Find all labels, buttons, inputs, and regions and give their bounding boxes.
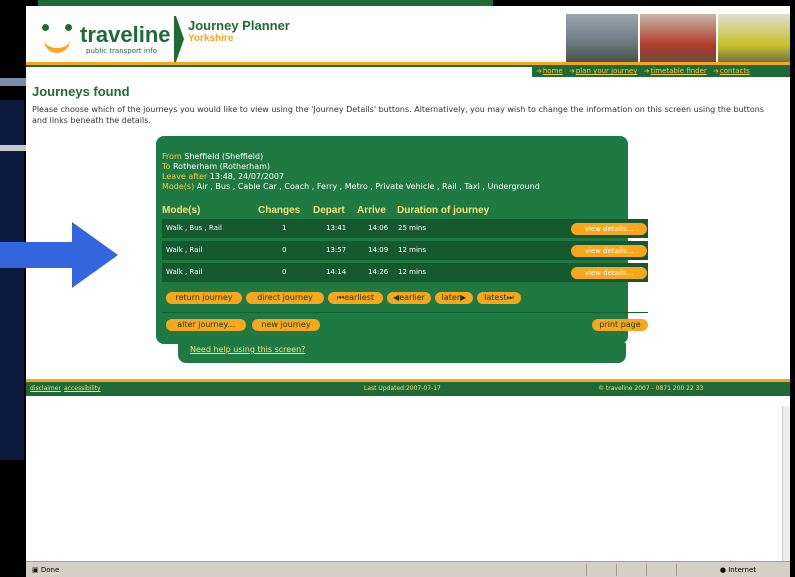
traveline-logo[interactable]: traveline public transport info — [34, 16, 176, 62]
header-photos — [566, 14, 790, 66]
row-modes: Walk , Rail — [166, 268, 203, 276]
status-divider — [586, 564, 587, 576]
train-photo — [640, 14, 716, 66]
earlier-button[interactable]: ◀earlier — [387, 292, 431, 304]
from-value: Sheffield (Sheffield) — [184, 152, 264, 161]
row-depart: 13:57 — [326, 246, 347, 254]
column-header-duration: Duration of journey — [397, 205, 490, 216]
print-page-button[interactable]: print page — [592, 319, 648, 331]
row-duration: 12 mins — [398, 246, 426, 254]
accessibility-link[interactable]: accessibility — [64, 382, 101, 396]
row-depart: 13:41 — [326, 224, 347, 232]
status-divider — [616, 564, 617, 576]
app-subtitle: Yorkshire — [188, 33, 234, 44]
browser-window: traveline public transport info Journey … — [26, 6, 790, 577]
logo-tagline: public transport info — [86, 47, 157, 55]
column-header-changes: Changes — [258, 205, 301, 216]
top-nav: ➜home ➜plan your journey ➜timetable find… — [532, 65, 790, 77]
row-modes: Walk , Rail — [166, 246, 203, 254]
earliest-button[interactable]: ⏮earliest — [328, 292, 383, 304]
globe-icon: ● — [719, 566, 726, 574]
view-details-button[interactable]: view details... — [571, 223, 647, 235]
tram-photo — [566, 14, 638, 66]
return-journey-button[interactable]: return journey — [166, 292, 242, 304]
pointer-arrow-icon — [0, 222, 118, 288]
zone-indicator: ● Internet — [720, 562, 756, 577]
row-modes: Walk , Bus , Rail — [166, 224, 222, 232]
status-bar: ▣ Done ● Internet — [26, 561, 790, 577]
row-duration: 25 mins — [398, 224, 426, 232]
nav-link-plan[interactable]: plan your journey — [576, 67, 638, 75]
alter-journey-button[interactable]: alter journey... — [166, 319, 246, 331]
nav-link-home[interactable]: home — [543, 67, 563, 75]
status-divider — [676, 564, 677, 576]
column-header-arrive: Arrive — [357, 205, 386, 216]
next-icon: ▶ — [460, 293, 467, 302]
chevron-divider-icon — [176, 16, 184, 62]
leave-label: Leave after — [162, 172, 208, 181]
row-changes: 1 — [282, 224, 287, 232]
later-button[interactable]: later▶ — [435, 292, 473, 304]
row-changes: 0 — [282, 268, 287, 276]
row-depart: 14:14 — [326, 268, 347, 276]
arrow-icon: ➜ — [568, 67, 575, 75]
app-title: Journey Planner — [188, 18, 290, 33]
leave-value: 13:48, 24/07/2007 — [209, 172, 285, 181]
row-arrive: 14:09 — [368, 246, 389, 254]
last-page-icon: ⏭ — [506, 293, 514, 302]
copyright: © traveline 2007 - 0871 200 22 33 — [598, 385, 704, 392]
row-arrive: 14:06 — [368, 224, 389, 232]
earlier-label: earlier — [399, 293, 425, 302]
direct-journey-button[interactable]: direct journey — [246, 292, 324, 304]
column-header-modes: Mode(s) — [162, 205, 201, 216]
panel-divider — [162, 312, 648, 313]
new-journey-button[interactable]: new journey — [252, 319, 320, 331]
column-header-depart: Depart — [313, 205, 345, 216]
arrow-icon: ➜ — [643, 67, 650, 75]
page-title: Journeys found — [32, 84, 130, 99]
arrow-icon: ➜ — [713, 67, 719, 75]
arrow-icon: ➜ — [536, 67, 542, 75]
disclaimer-link[interactable]: disclaimer — [30, 382, 61, 396]
status-done: Done — [40, 566, 60, 574]
to-value: Rotherham (Rotherham) — [172, 162, 271, 171]
row-changes: 0 — [282, 246, 287, 254]
to-label: To — [162, 162, 171, 171]
view-details-button[interactable]: view details... — [571, 267, 647, 279]
bus-photo — [718, 14, 790, 66]
latest-button[interactable]: latest⏭ — [477, 292, 521, 304]
journey-summary: From Sheffield (Sheffield) To Rotherham … — [162, 152, 540, 192]
earliest-label: earliest — [344, 293, 374, 302]
view-details-button[interactable]: view details... — [571, 245, 647, 257]
smile-icon — [44, 28, 70, 53]
nav-link-contacts[interactable]: contacts — [720, 67, 750, 75]
status-text: ▣ Done — [32, 562, 59, 577]
from-label: From — [162, 152, 182, 161]
latest-label: latest — [484, 293, 507, 302]
intro-text: Please choose which of the journeys you … — [32, 105, 765, 125]
background-window-right — [790, 0, 795, 577]
later-label: later — [441, 293, 461, 302]
nav-link-timetable[interactable]: timetable finder — [651, 67, 707, 75]
page-footer: disclaimer accessibility Last Updated:20… — [26, 379, 790, 396]
zone-label: Internet — [728, 566, 756, 574]
page-icon: ▣ — [32, 566, 39, 574]
row-arrive: 14:26 — [368, 268, 389, 276]
logo-text: traveline — [80, 22, 171, 47]
scrollbar[interactable] — [782, 406, 790, 561]
modes-label: Mode(s) — [162, 182, 195, 191]
help-link[interactable]: Need help using this screen? — [190, 345, 305, 354]
row-duration: 12 mins — [398, 268, 426, 276]
last-updated: Last Updated:2007-07-17 — [364, 385, 441, 392]
modes-value: Air , Bus , Cable Car , Coach , Ferry , … — [196, 182, 540, 191]
status-divider — [646, 564, 647, 576]
